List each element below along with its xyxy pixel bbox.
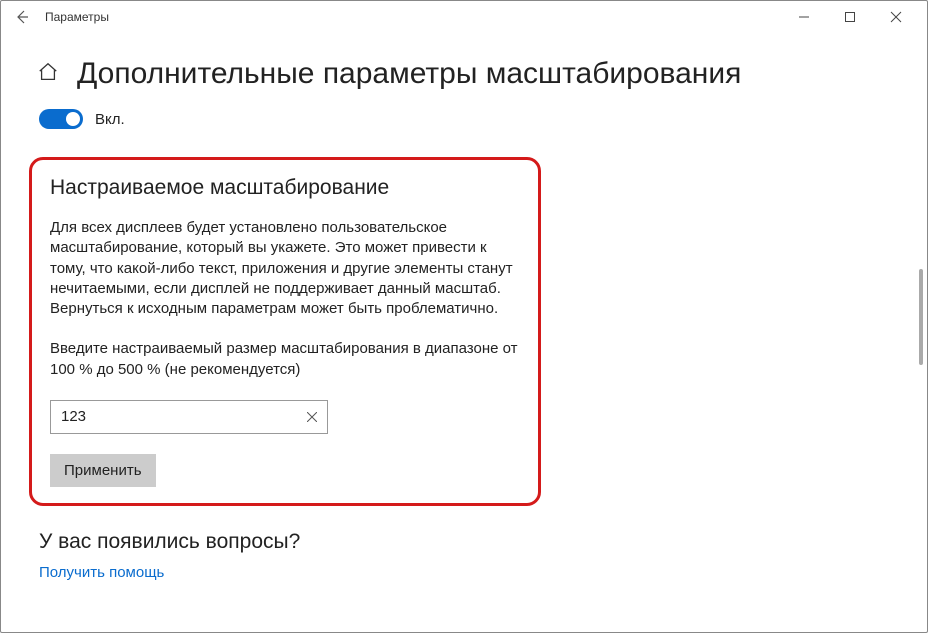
clear-x-icon xyxy=(307,412,317,422)
custom-scaling-heading: Настраиваемое масштабирование xyxy=(50,176,520,200)
maximize-button[interactable] xyxy=(827,2,873,32)
titlebar: Параметры xyxy=(1,1,927,33)
get-help-link[interactable]: Получить помощь xyxy=(39,564,891,581)
close-button[interactable] xyxy=(873,2,919,32)
scaling-toggle[interactable] xyxy=(39,109,83,129)
custom-scaling-prompt: Введите настраиваемый размер масштабиров… xyxy=(50,339,520,380)
clear-input-button[interactable] xyxy=(297,401,327,433)
minimize-icon xyxy=(798,11,810,23)
scaling-input[interactable] xyxy=(51,401,297,433)
back-button[interactable] xyxy=(9,4,35,30)
custom-scaling-section: Настраиваемое масштабирование Для всех д… xyxy=(29,157,541,506)
page-title: Дополнительные параметры масштабирования xyxy=(77,57,741,91)
scaling-input-wrap xyxy=(50,400,328,434)
toggle-row: Вкл. xyxy=(39,109,891,129)
toggle-knob xyxy=(66,112,80,126)
content-area: Дополнительные параметры масштабирования… xyxy=(1,33,927,593)
header-row: Дополнительные параметры масштабирования xyxy=(37,57,891,91)
back-arrow-icon xyxy=(14,9,30,25)
questions-heading: У вас появились вопросы? xyxy=(39,530,891,554)
maximize-icon xyxy=(844,11,856,23)
scrollbar-thumb[interactable] xyxy=(919,269,923,365)
toggle-label: Вкл. xyxy=(95,111,125,128)
home-icon[interactable] xyxy=(37,61,59,88)
close-icon xyxy=(890,11,902,23)
window-title: Параметры xyxy=(45,10,109,24)
scaling-input-row xyxy=(50,400,520,434)
custom-scaling-description: Для всех дисплеев будет установлено поль… xyxy=(50,218,520,319)
apply-button[interactable]: Применить xyxy=(50,454,156,487)
minimize-button[interactable] xyxy=(781,2,827,32)
